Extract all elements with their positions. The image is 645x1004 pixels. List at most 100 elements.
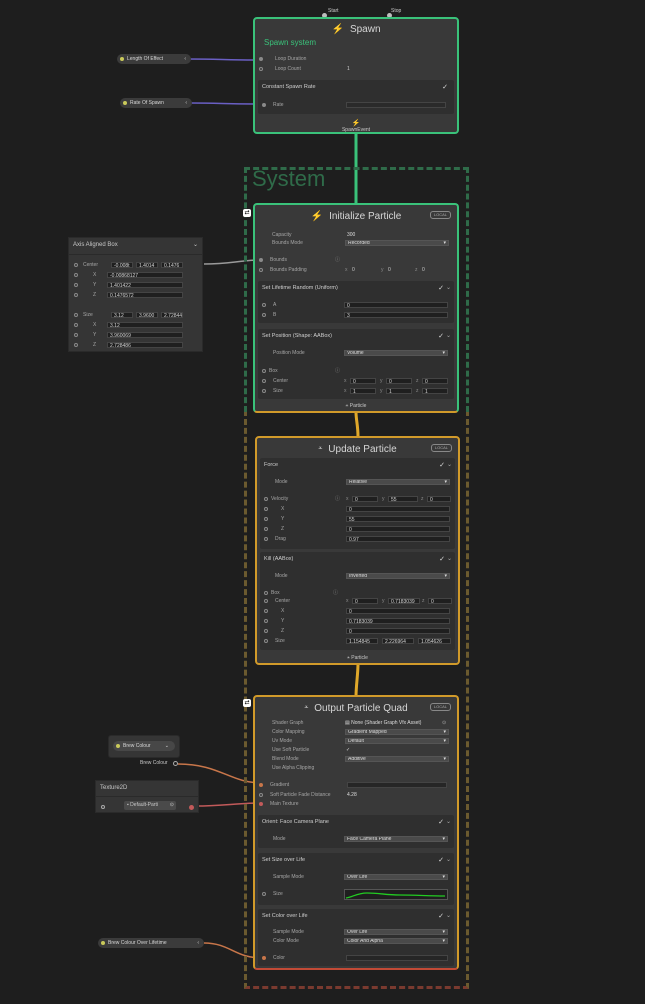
bounds-padding-port[interactable] xyxy=(259,268,263,272)
aabox-cz-field[interactable]: 0.1476572 xyxy=(107,292,183,298)
center-z[interactable]: 0 xyxy=(422,378,448,384)
texture-object-field[interactable]: ▪ Default-Parti ⊙ xyxy=(124,801,176,810)
chevron-down-icon[interactable]: ⌄ xyxy=(165,741,169,751)
kill-size-z[interactable]: 1.054626 xyxy=(418,638,451,644)
chevron-down-icon[interactable]: ⌄ xyxy=(447,461,452,468)
brew-colour-property-node[interactable]: Brew Colour ⌄ xyxy=(108,735,180,758)
block-checkbox-icon[interactable]: ✓ xyxy=(439,461,445,469)
aabox-size-y[interactable]: 3.9600 xyxy=(136,312,158,318)
kill-center-z[interactable]: 0 xyxy=(428,598,452,604)
set-position-block[interactable]: Set Position (Shape: AABox) ✓ ⌄ Position … xyxy=(258,329,454,399)
color-mode-dropdown[interactable]: Color And Alpha xyxy=(344,938,448,944)
c-sample-mode-dropdown[interactable]: Over Life xyxy=(344,929,448,935)
particle-output[interactable]: ⩡ Particle xyxy=(255,403,457,409)
loop-count-value[interactable]: 1 xyxy=(347,65,350,74)
kill-center-y[interactable]: 0.7183039 xyxy=(388,598,420,604)
block-checkbox-icon[interactable]: ✓ xyxy=(439,555,445,563)
texture-input-port[interactable] xyxy=(101,805,105,809)
aabox-center-y[interactable]: 1.4014 xyxy=(136,262,158,268)
loop-count-port[interactable] xyxy=(259,67,263,71)
block-checkbox-icon[interactable]: ✓ xyxy=(438,284,444,292)
chevron-left-icon[interactable]: ‹ xyxy=(184,54,186,64)
axis-aligned-box-node[interactable]: Axis Aligned Box ⌄ Center -0.008t 1.4014… xyxy=(68,237,203,352)
kill-center-x[interactable]: 0 xyxy=(352,598,378,604)
vx-field[interactable]: 0 xyxy=(346,506,450,512)
kill-cz-field[interactable]: 0 xyxy=(346,628,450,634)
color-gradient-field[interactable] xyxy=(346,955,448,961)
update-particle-node[interactable]: ⩡ Update Particle LOCAL Force ✓ ⌄ Mode Rel… xyxy=(255,436,460,665)
force-mode-dropdown[interactable]: Relative xyxy=(346,479,450,485)
velocity-y[interactable]: 55 xyxy=(388,496,418,502)
vz-field[interactable]: 0 xyxy=(346,526,450,532)
particle-output[interactable]: ⩡ Particle xyxy=(257,655,458,661)
spawn-node[interactable]: ⚡ Spawn Spawn system Loop Duration Loop … xyxy=(253,17,459,134)
kill-cy-field[interactable]: 0.7183039 xyxy=(346,618,450,624)
size-x[interactable]: 1 xyxy=(350,388,376,394)
vy-field[interactable]: 55 xyxy=(346,516,450,522)
bounds-port[interactable] xyxy=(259,258,263,262)
aabox-center-port[interactable] xyxy=(74,263,78,267)
link-icon[interactable]: ⇄ xyxy=(243,699,251,707)
velocity-z[interactable]: 0 xyxy=(427,496,451,502)
b-field[interactable]: 3 xyxy=(344,312,448,318)
kill-size-x[interactable]: 1.154845 xyxy=(346,638,378,644)
chevron-down-icon[interactable]: ⌄ xyxy=(447,555,452,562)
block-checkbox-icon[interactable]: ✓ xyxy=(438,818,444,826)
target-icon[interactable]: ⊙ xyxy=(170,801,174,810)
color-over-life-block[interactable]: Set Color over Life ✓ ⌄ Sample Mode Over L… xyxy=(258,909,454,966)
aabox-cx-field[interactable]: -0.00868127 xyxy=(107,272,183,278)
bp-x[interactable]: 0 xyxy=(352,266,355,275)
brew-colour-output-port[interactable] xyxy=(173,761,178,766)
brew-colour-pill[interactable]: Brew Colour ⌄ xyxy=(113,741,175,751)
block-checkbox-icon[interactable]: ✓ xyxy=(438,856,444,864)
kill-aabox-block[interactable]: Kill (AABox) ✓⌄ ModeInverted Boxⓘ Center… xyxy=(260,552,455,650)
center-y[interactable]: 0 xyxy=(386,378,412,384)
orient-block[interactable]: Orient: Face Camera Plane ✓ ⌄ Mode Face Ca… xyxy=(258,815,454,848)
link-icon[interactable]: ⇄ xyxy=(243,209,251,217)
size-y[interactable]: 1 xyxy=(386,388,412,394)
set-lifetime-block[interactable]: Set Lifetime Random (Uniform) ✓ ⌄ A0 B3 xyxy=(258,281,454,323)
force-block[interactable]: Force ✓⌄ Mode Relative Velocity ⓘ x0 y55 … xyxy=(260,458,455,549)
constant-spawn-rate-block[interactable]: Constant Spawn Rate ✓ Rate xyxy=(258,80,454,114)
kill-cx-field[interactable]: 0 xyxy=(346,608,450,614)
shader-graph-field[interactable]: ▤ None (Shader Graph Vfx Asset) xyxy=(345,719,421,728)
rate-value-field[interactable] xyxy=(346,102,446,108)
color-mapping-dropdown[interactable]: Gradient Mapped xyxy=(345,729,449,735)
position-mode-dropdown[interactable]: Volume xyxy=(344,350,448,356)
local-badge[interactable]: LOCAL xyxy=(429,211,451,219)
center-x[interactable]: 0 xyxy=(350,378,376,384)
a-field[interactable]: 0 xyxy=(344,302,448,308)
bp-y[interactable]: 0 xyxy=(388,266,391,275)
block-checkbox-icon[interactable]: ✓ xyxy=(438,332,444,340)
velocity-x[interactable]: 0 xyxy=(352,496,378,502)
orient-mode-dropdown[interactable]: Face Camera Plane xyxy=(344,836,448,842)
rate-of-spawn-property[interactable]: Rate Of Spawn ‹ xyxy=(120,98,192,108)
chevron-down-icon[interactable]: ⌄ xyxy=(446,856,451,863)
blend-mode-dropdown[interactable]: Additive xyxy=(345,756,449,762)
chevron-down-icon[interactable]: ⌄ xyxy=(193,241,198,248)
bp-z[interactable]: 0 xyxy=(422,266,425,275)
aabox-cy-field[interactable]: 1.401422 xyxy=(107,282,183,288)
chevron-down-icon[interactable]: ⌄ xyxy=(446,818,451,825)
spawn-event-output[interactable]: ⚡ SpawnEvent xyxy=(255,119,457,133)
aabox-size-z[interactable]: 2.72844 xyxy=(161,312,183,318)
rate-port[interactable] xyxy=(262,103,266,107)
aabox-center-x[interactable]: -0.008t xyxy=(111,262,133,268)
chevron-down-icon[interactable]: ⌄ xyxy=(446,332,451,339)
chevron-left-icon[interactable]: ‹ xyxy=(185,98,187,108)
sample-mode-dropdown[interactable]: Over Life xyxy=(344,874,448,880)
local-badge[interactable]: LOCAL xyxy=(430,444,452,452)
aabox-sz-field[interactable]: 2.728486 xyxy=(107,342,183,348)
bounds-mode-dropdown[interactable]: Recorded xyxy=(345,240,449,246)
chevron-down-icon[interactable]: ⌄ xyxy=(446,912,451,919)
texture2d-node[interactable]: Texture2D ▪ Default-Parti ⊙ xyxy=(95,780,199,813)
block-checkbox-icon[interactable]: ✓ xyxy=(438,912,444,920)
initialize-particle-node[interactable]: ⚡ Initialize Particle LOCAL Capacity 300… xyxy=(253,203,459,413)
target-icon[interactable]: ⊙ xyxy=(442,719,446,728)
loop-duration-port[interactable] xyxy=(259,57,263,61)
local-badge[interactable]: LOCAL xyxy=(429,703,451,711)
aabox-sx-field[interactable]: 3.12 xyxy=(107,322,183,328)
drag-field[interactable]: 0.97 xyxy=(346,536,450,542)
size-over-life-block[interactable]: Set Size over Life ✓ ⌄ Sample Mode Over Li… xyxy=(258,853,454,905)
uv-mode-dropdown[interactable]: Default xyxy=(345,738,449,744)
